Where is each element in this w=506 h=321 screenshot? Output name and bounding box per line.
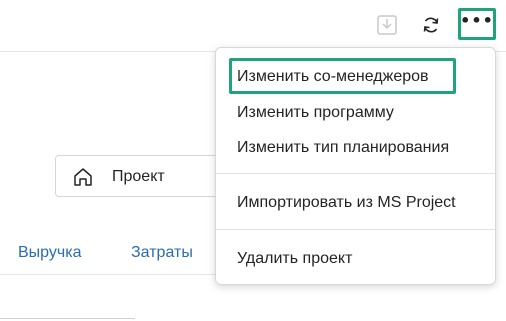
more-icon: ••• xyxy=(460,11,494,30)
menu-separator xyxy=(216,173,495,174)
tabs-divider xyxy=(0,274,220,275)
top-toolbar: ••• xyxy=(0,0,506,52)
more-options-button[interactable]: ••• xyxy=(458,8,496,40)
content-divider xyxy=(0,318,135,319)
menu-item-edit-program[interactable]: Изменить программу xyxy=(237,104,394,122)
menu-item-edit-co-managers[interactable]: Изменить со-менеджеров xyxy=(237,68,429,86)
menu-separator xyxy=(216,229,495,230)
home-icon xyxy=(72,166,94,193)
tab-costs[interactable]: Затраты xyxy=(131,244,193,262)
menu-item-delete-project[interactable]: Удалить проект xyxy=(237,250,352,268)
tab-bar: Выручка Затраты xyxy=(0,232,230,274)
sync-button[interactable] xyxy=(416,10,446,40)
project-selector-label: Проект xyxy=(112,168,165,185)
import-button[interactable] xyxy=(372,10,402,40)
project-selector[interactable]: Проект xyxy=(55,155,230,197)
more-options-menu: Изменить со-менеджеров Изменить программ… xyxy=(215,47,496,285)
tab-revenue[interactable]: Выручка xyxy=(18,244,81,262)
import-arrow-icon xyxy=(377,15,397,35)
menu-item-edit-scheduling-type[interactable]: Изменить тип планирования xyxy=(237,139,449,157)
menu-item-import-ms-project[interactable]: Импортировать из MS Project xyxy=(237,194,456,212)
sync-icon xyxy=(423,17,439,33)
